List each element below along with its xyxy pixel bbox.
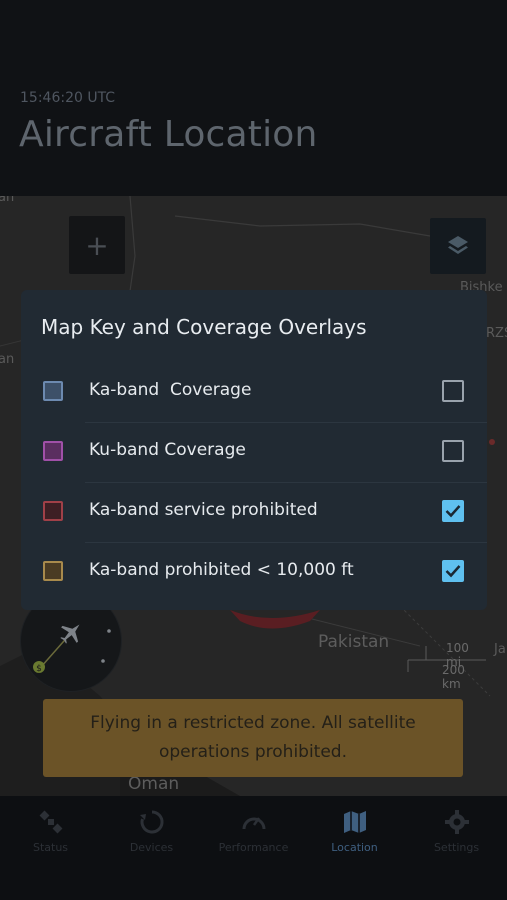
tab-location-label: Location	[331, 841, 378, 854]
ka-coverage-swatch	[43, 381, 63, 401]
tab-settings[interactable]: Settings	[406, 796, 507, 866]
map-label-jaipur: Ja	[494, 642, 506, 657]
refresh-icon	[139, 810, 164, 834]
ka-prohibited-swatch	[43, 501, 63, 521]
ku-coverage-checkbox[interactable]	[442, 440, 464, 462]
restricted-zone-alert: Flying in a restricted zone. All satelli…	[43, 699, 463, 777]
page-title: Aircraft Location	[19, 114, 318, 155]
overlay-label: Ka-band Coverage	[89, 380, 252, 400]
alert-text: Flying in a restricted zone. All satelli…	[90, 713, 416, 762]
map-label-kyrgyzstan: RZS	[486, 326, 507, 341]
plus-icon: +	[85, 228, 109, 262]
ka-prohibited-altitude-checkbox[interactable]	[442, 560, 464, 582]
map-scale: 100 mi 200 km	[406, 640, 486, 691]
tab-performance[interactable]: Performance	[203, 796, 304, 866]
overlay-row-ku-coverage[interactable]: Ku-band Coverage	[21, 422, 487, 482]
compass-badge: $	[36, 664, 42, 674]
tab-devices[interactable]: Devices	[101, 796, 202, 866]
overlay-row-ka-prohibited-10000[interactable]: Ka-band prohibited < 10,000 ft	[21, 542, 487, 602]
map-label-edge-1: an	[0, 196, 15, 205]
tab-devices-label: Devices	[129, 841, 174, 854]
checkmark-icon	[445, 505, 461, 518]
tab-settings-label: Settings	[433, 841, 480, 854]
gear-icon	[444, 810, 469, 834]
ka-prohibited-altitude-swatch	[43, 561, 63, 581]
tab-status[interactable]: Status	[0, 796, 101, 866]
scale-km: 200 km	[442, 663, 465, 691]
map-label-oman: Oman	[128, 774, 180, 794]
utc-timestamp: 15:46:20 UTC	[20, 90, 116, 106]
overlay-label: Ka-band service prohibited	[89, 500, 318, 520]
tab-location[interactable]: Location	[304, 796, 405, 866]
map-label-edge-2: an	[0, 352, 15, 367]
gauge-icon	[242, 817, 265, 830]
checkmark-icon	[445, 565, 461, 578]
overlay-label: Ku-band Coverage	[89, 440, 246, 460]
overlay-row-ka-prohibited[interactable]: Ka-band service prohibited	[21, 482, 487, 542]
tab-status-label: Status	[32, 841, 69, 854]
app-header: 15:46:20 UTC Aircraft Location	[0, 0, 507, 196]
overlay-label: Ka-band prohibited < 10,000 ft	[89, 560, 354, 580]
layers-button[interactable]	[430, 218, 486, 274]
overlay-row-ka-coverage[interactable]: Ka-band Coverage	[21, 362, 487, 422]
zoom-in-button[interactable]: +	[69, 216, 125, 274]
aircraft-icon	[60, 624, 80, 644]
layers-icon	[448, 236, 468, 254]
ka-coverage-checkbox[interactable]	[442, 380, 464, 402]
satellite-icon	[39, 810, 62, 834]
dialog-title: Map Key and Coverage Overlays	[41, 315, 367, 339]
ku-coverage-swatch	[43, 441, 63, 461]
map-label-pakistan: Pakistan	[318, 632, 390, 652]
bottom-tab-bar: Status Devices Performance Location Sett…	[0, 796, 507, 900]
map-icon	[343, 811, 366, 833]
tab-performance-label: Performance	[218, 841, 289, 854]
map-key-dialog: Map Key and Coverage Overlays Ka-band Co…	[21, 290, 487, 610]
ka-prohibited-checkbox[interactable]	[442, 500, 464, 522]
